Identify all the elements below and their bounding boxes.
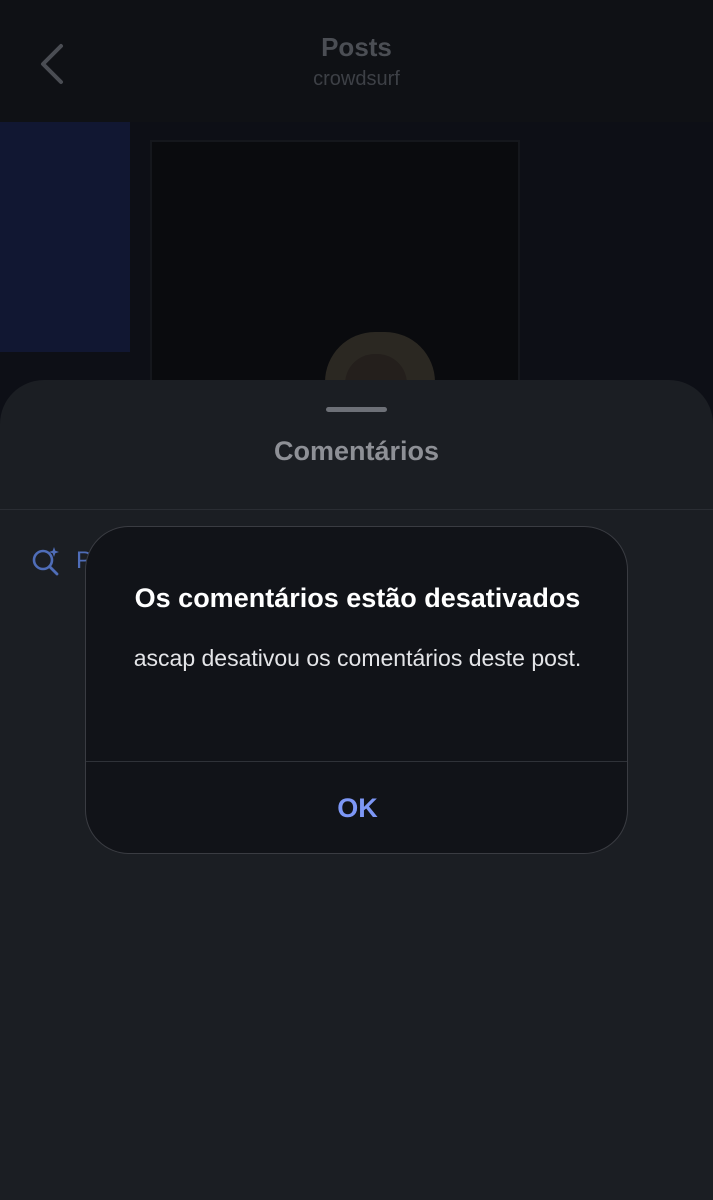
sheet-divider [0,509,713,510]
comments-disabled-alert: Os comentários estão desativados ascap d… [85,526,628,854]
comments-sheet-title: Comentários [273,436,440,466]
media-background-screen [0,122,130,352]
ai-search-sparkle-icon [32,547,59,576]
post-media-image [0,122,713,422]
screen: Posts crowdsurf Comentários P Os comentá… [0,0,713,1200]
page-subtitle: crowdsurf [313,68,400,90]
top-navigation-bar: Posts crowdsurf [0,0,713,122]
ok-button[interactable]: OK [86,762,627,853]
ai-search-row[interactable]: P [30,545,92,577]
alert-message: ascap desativou os comentários deste pos… [133,645,582,671]
alert-title: Os comentários estão desativados [134,583,581,613]
page-title: Posts [321,32,392,62]
sheet-drag-handle[interactable] [326,407,387,412]
